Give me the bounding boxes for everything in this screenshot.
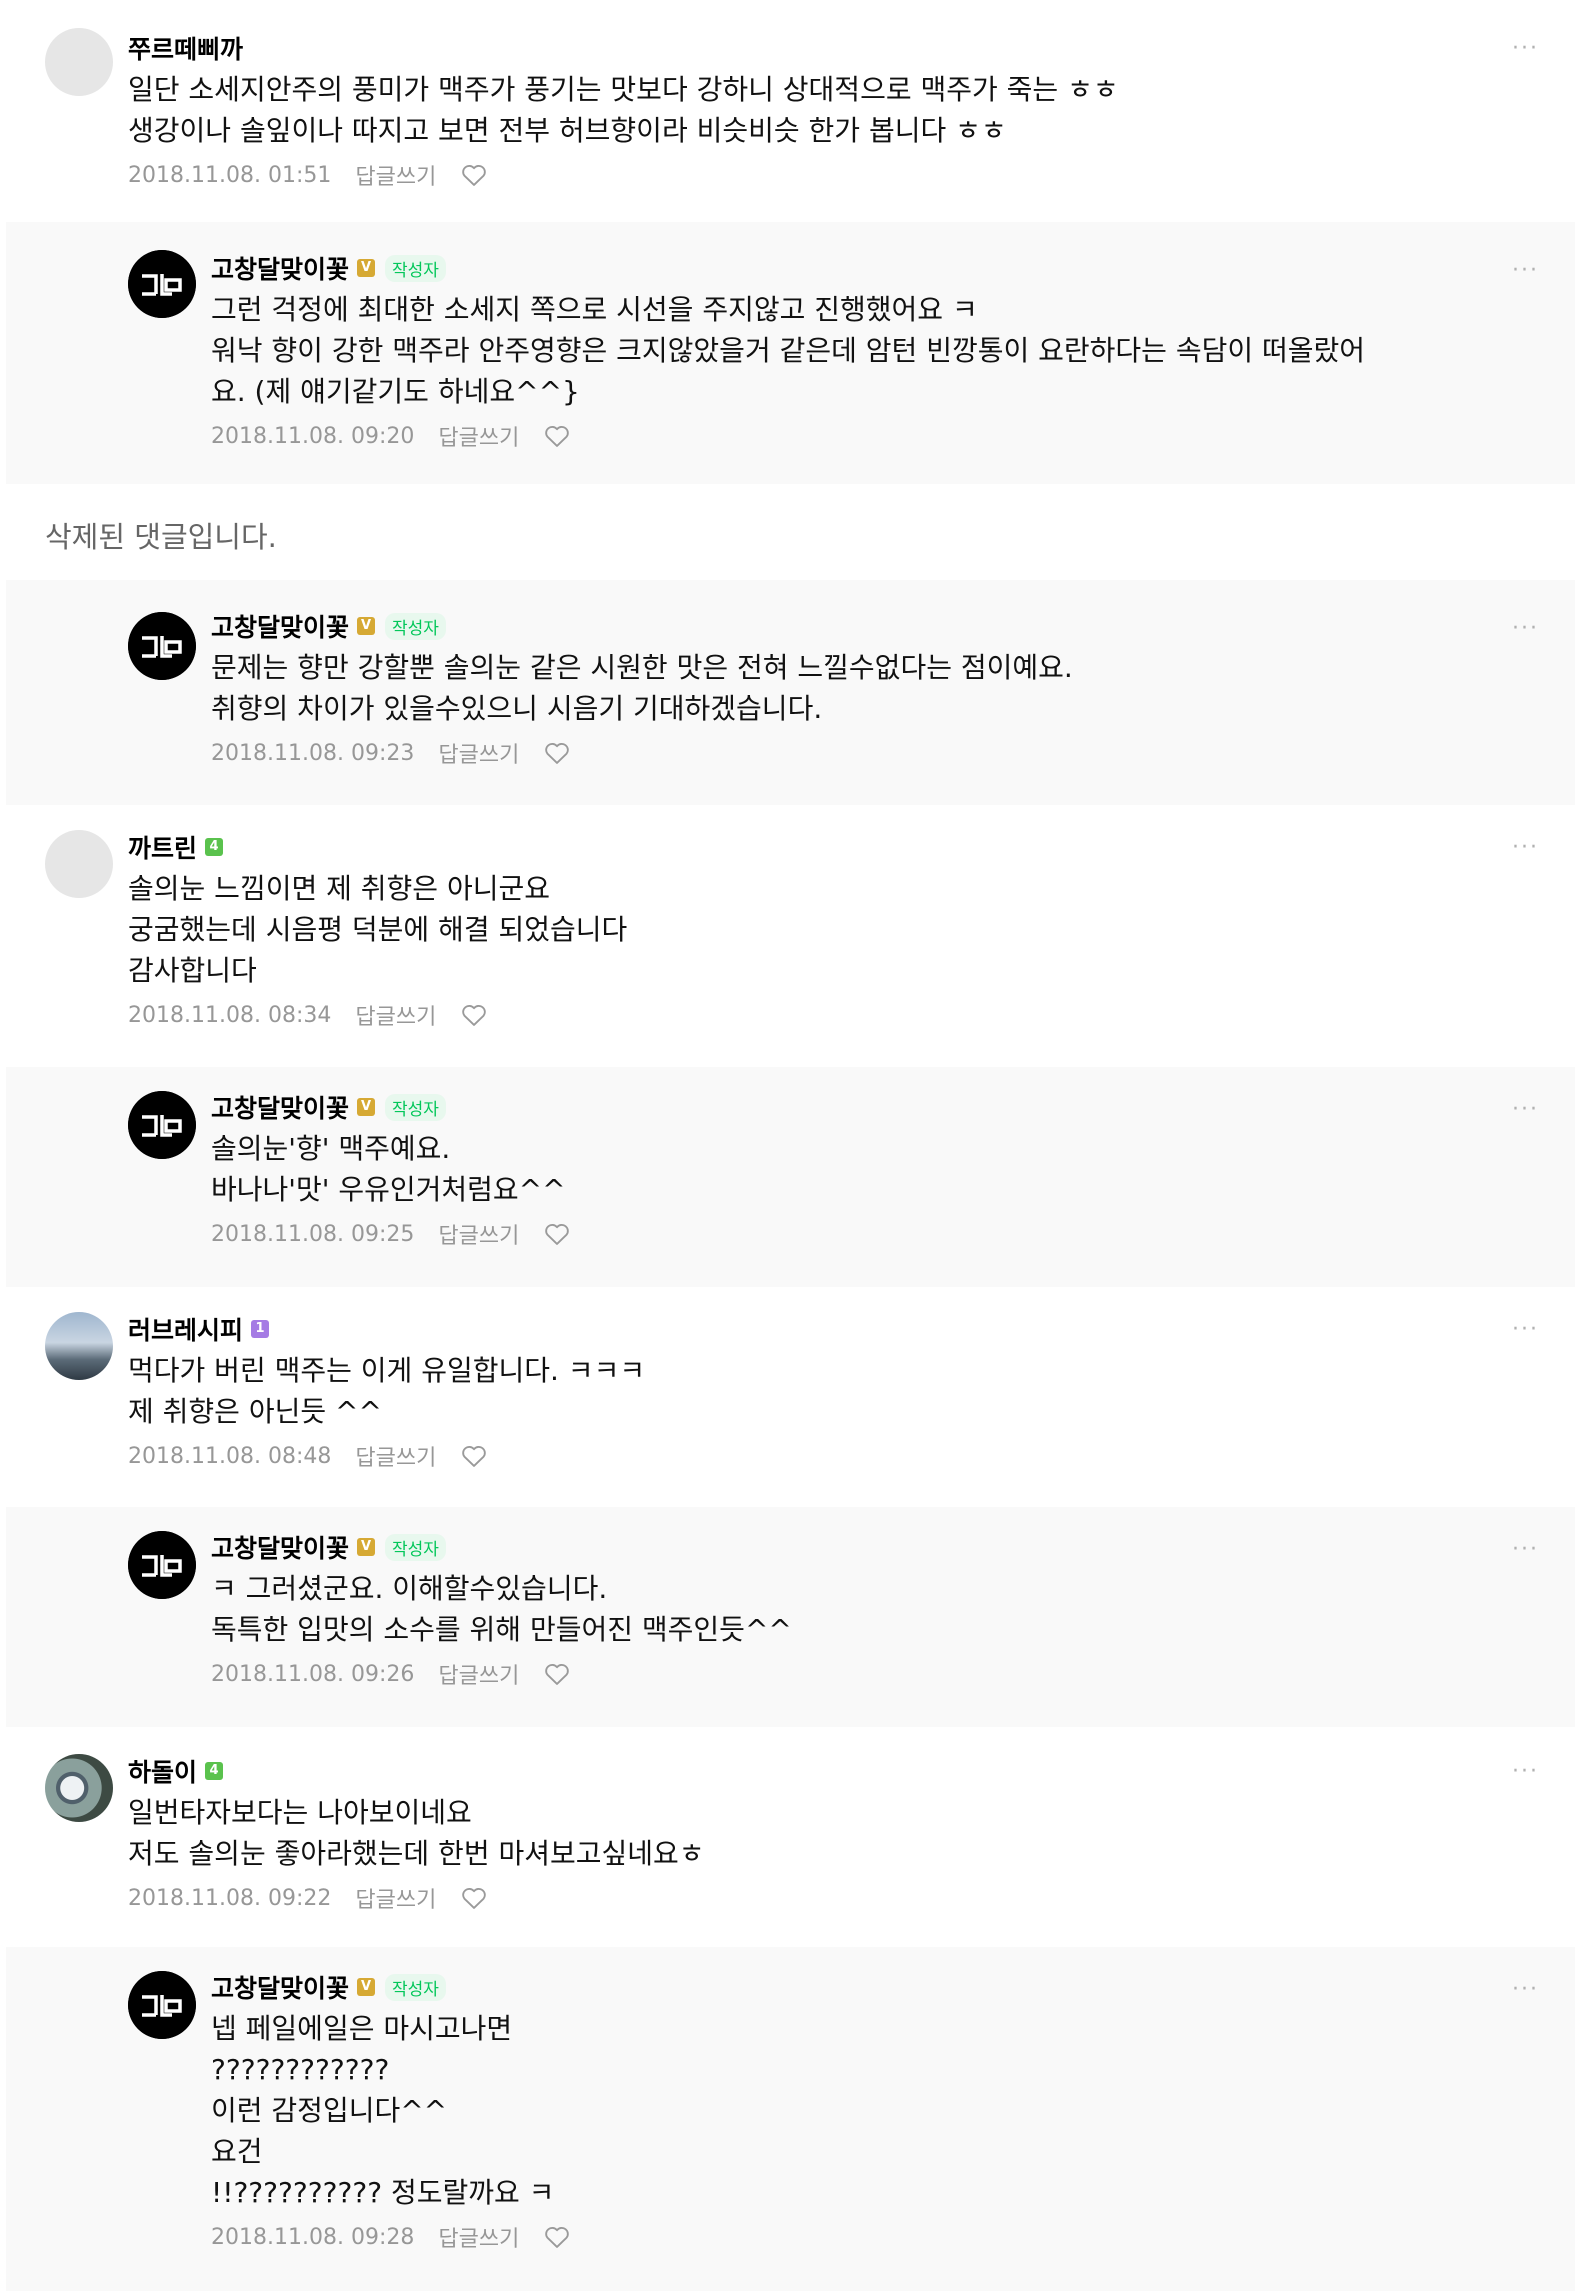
more-options-icon[interactable]: ··· — [1512, 1317, 1539, 1342]
rank-badge: V — [357, 1978, 376, 1996]
comment-text: 문제는 향만 강할뿐 솔의눈 같은 시원한 맛은 전혀 느낄수없다는 점이예요.… — [211, 651, 1073, 725]
reply-button[interactable]: 답글쓰기 — [438, 1658, 519, 1690]
reply-button[interactable]: 답글쓰기 — [355, 159, 436, 191]
comment-date: 2018.11.08. 09:23 — [211, 740, 415, 766]
author-tag: 작성자 — [385, 254, 446, 282]
heart-icon[interactable] — [543, 1660, 571, 1688]
comment: 쭈르떼삐까 일단 소세지안주의 풍미가 맥주가 풍기는 맛보다 강하니 상대적으… — [0, 0, 1575, 222]
heart-icon[interactable] — [460, 1442, 488, 1470]
comment-reply: 고창달맞이꽃 V 작성자 ㅋ 그러셨군요. 이해할수있습니다. 독특한 입맛의 … — [6, 1507, 1575, 1727]
rank-badge: 4 — [205, 1762, 224, 1780]
comment-text: 그런 걱정에 최대한 소세지 쪽으로 시선을 주지않고 진행했어요 ㅋ 워낙 향… — [211, 293, 1366, 408]
author-logo-icon — [128, 1971, 196, 2039]
comment-reply: 고창달맞이꽃 V 작성자 문제는 향만 강할뿐 솔의눈 같은 시원한 맛은 전혀… — [6, 580, 1575, 805]
rank-badge: 1 — [251, 1320, 270, 1338]
rank-badge: 4 — [205, 838, 224, 856]
more-options-icon[interactable]: ··· — [1512, 258, 1539, 283]
heart-icon[interactable] — [460, 1884, 488, 1912]
author-avatar[interactable] — [128, 1971, 196, 2039]
comment-text: 솔의눈 느낌이면 제 취향은 아니군요 궁굼했는데 시음평 덕분에 해결 되었습… — [128, 872, 628, 987]
heart-icon[interactable] — [460, 161, 488, 189]
reply-button[interactable]: 답글쓰기 — [438, 737, 519, 769]
author-logo-icon — [128, 1091, 196, 1159]
rank-badge: V — [357, 1538, 376, 1556]
deleted-comment-text: 삭제된 댓글입니다. — [45, 520, 277, 554]
reply-button[interactable]: 답글쓰기 — [355, 1882, 436, 1914]
comment-text: 일단 소세지안주의 풍미가 맥주가 풍기는 맛보다 강하니 상대적으로 맥주가 … — [128, 73, 1119, 147]
avatar[interactable] — [45, 1754, 113, 1822]
comment-date: 2018.11.08. 01:51 — [128, 162, 332, 188]
more-options-icon[interactable]: ··· — [1512, 1537, 1539, 1562]
comment-date: 2018.11.08. 09:28 — [211, 2224, 415, 2250]
author-avatar[interactable] — [128, 1531, 196, 1599]
comment-date: 2018.11.08. 09:22 — [128, 1885, 332, 1911]
comment-date: 2018.11.08. 09:25 — [211, 1221, 415, 1247]
avatar[interactable] — [45, 1312, 113, 1380]
author-avatar[interactable] — [128, 1091, 196, 1159]
reply-button[interactable]: 답글쓰기 — [438, 420, 519, 452]
avatar[interactable] — [45, 830, 113, 898]
comment-text: 넵 페일에일은 마시고나면 ???????????? 이런 감정입니다^^ 요건… — [211, 2012, 555, 2209]
author-avatar[interactable] — [128, 250, 196, 318]
heart-icon[interactable] — [543, 2223, 571, 2251]
more-options-icon[interactable]: ··· — [1512, 835, 1539, 860]
rank-badge: V — [357, 1098, 376, 1116]
more-options-icon[interactable]: ··· — [1512, 36, 1539, 61]
comment-nickname[interactable]: 러브레시피 — [128, 1311, 243, 1347]
comment-nickname[interactable]: 쭈르떼삐까 — [128, 30, 243, 66]
comment-date: 2018.11.08. 08:34 — [128, 1002, 332, 1028]
author-logo-icon — [128, 612, 196, 680]
deleted-comment: 삭제된 댓글입니다. — [0, 484, 1575, 580]
rank-badge: V — [357, 259, 376, 277]
comment-nickname[interactable]: 하돌이 — [128, 1753, 197, 1789]
comment-nickname[interactable]: 고창달맞이꽃 — [211, 1529, 349, 1565]
author-tag: 작성자 — [385, 1973, 446, 2001]
comment-date: 2018.11.08. 08:48 — [128, 1443, 332, 1469]
comment: 하돌이 4 일번타자보다는 나아보이네요 저도 솔의눈 좋아라했는데 한번 마셔… — [0, 1727, 1575, 1947]
comment-date: 2018.11.08. 09:20 — [211, 423, 415, 449]
heart-icon[interactable] — [543, 422, 571, 450]
author-tag: 작성자 — [385, 1533, 446, 1561]
author-tag: 작성자 — [385, 1093, 446, 1121]
author-tag: 작성자 — [385, 612, 446, 640]
comment: 러브레시피 1 먹다가 버린 맥주는 이게 유일합니다. ㅋㅋㅋ 제 취향은 아… — [0, 1287, 1575, 1507]
comment-nickname[interactable]: 까트린 — [128, 829, 197, 865]
comment-text: 일번타자보다는 나아보이네요 저도 솔의눈 좋아라했는데 한번 마셔보고싶네요ㅎ — [128, 1796, 705, 1870]
comment-nickname[interactable]: 고창달맞이꽃 — [211, 1089, 349, 1125]
comment-text: 솔의눈'향' 맥주예요. 바나나'맛' 우유인거처럼요^^ — [211, 1132, 566, 1206]
reply-button[interactable]: 답글쓰기 — [438, 2221, 519, 2253]
heart-icon[interactable] — [543, 1220, 571, 1248]
avatar[interactable] — [45, 28, 113, 96]
author-avatar[interactable] — [128, 612, 196, 680]
reply-button[interactable]: 답글쓰기 — [355, 1440, 436, 1472]
comment-nickname[interactable]: 고창달맞이꽃 — [211, 250, 349, 286]
more-options-icon[interactable]: ··· — [1512, 616, 1539, 641]
comment-nickname[interactable]: 고창달맞이꽃 — [211, 608, 349, 644]
more-options-icon[interactable]: ··· — [1512, 1097, 1539, 1122]
comment-reply: 고창달맞이꽃 V 작성자 그런 걱정에 최대한 소세지 쪽으로 시선을 주지않고… — [6, 222, 1575, 484]
author-logo-icon — [128, 250, 196, 318]
heart-icon[interactable] — [460, 1001, 488, 1029]
comment: 까트린 4 솔의눈 느낌이면 제 취향은 아니군요 궁굼했는데 시음평 덕분에 … — [0, 805, 1575, 1067]
reply-button[interactable]: 답글쓰기 — [355, 999, 436, 1031]
comment-date: 2018.11.08. 09:26 — [211, 1661, 415, 1687]
reply-button[interactable]: 답글쓰기 — [438, 1218, 519, 1250]
comment-reply: 고창달맞이꽃 V 작성자 솔의눈'향' 맥주예요. 바나나'맛' 우유인거처럼요… — [6, 1067, 1575, 1287]
comment-reply: 고창달맞이꽃 V 작성자 넵 페일에일은 마시고나면 ???????????? … — [6, 1947, 1575, 2291]
author-logo-icon — [128, 1531, 196, 1599]
heart-icon[interactable] — [543, 739, 571, 767]
rank-badge: V — [357, 617, 376, 635]
comment-nickname[interactable]: 고창달맞이꽃 — [211, 1969, 349, 2005]
comment-text: ㅋ 그러셨군요. 이해할수있습니다. 독특한 입맛의 소수를 위해 만들어진 맥… — [211, 1572, 792, 1646]
more-options-icon[interactable]: ··· — [1512, 1977, 1539, 2002]
more-options-icon[interactable]: ··· — [1512, 1759, 1539, 1784]
comment-text: 먹다가 버린 맥주는 이게 유일합니다. ㅋㅋㅋ 제 취향은 아닌듯 ^^ — [128, 1354, 646, 1428]
